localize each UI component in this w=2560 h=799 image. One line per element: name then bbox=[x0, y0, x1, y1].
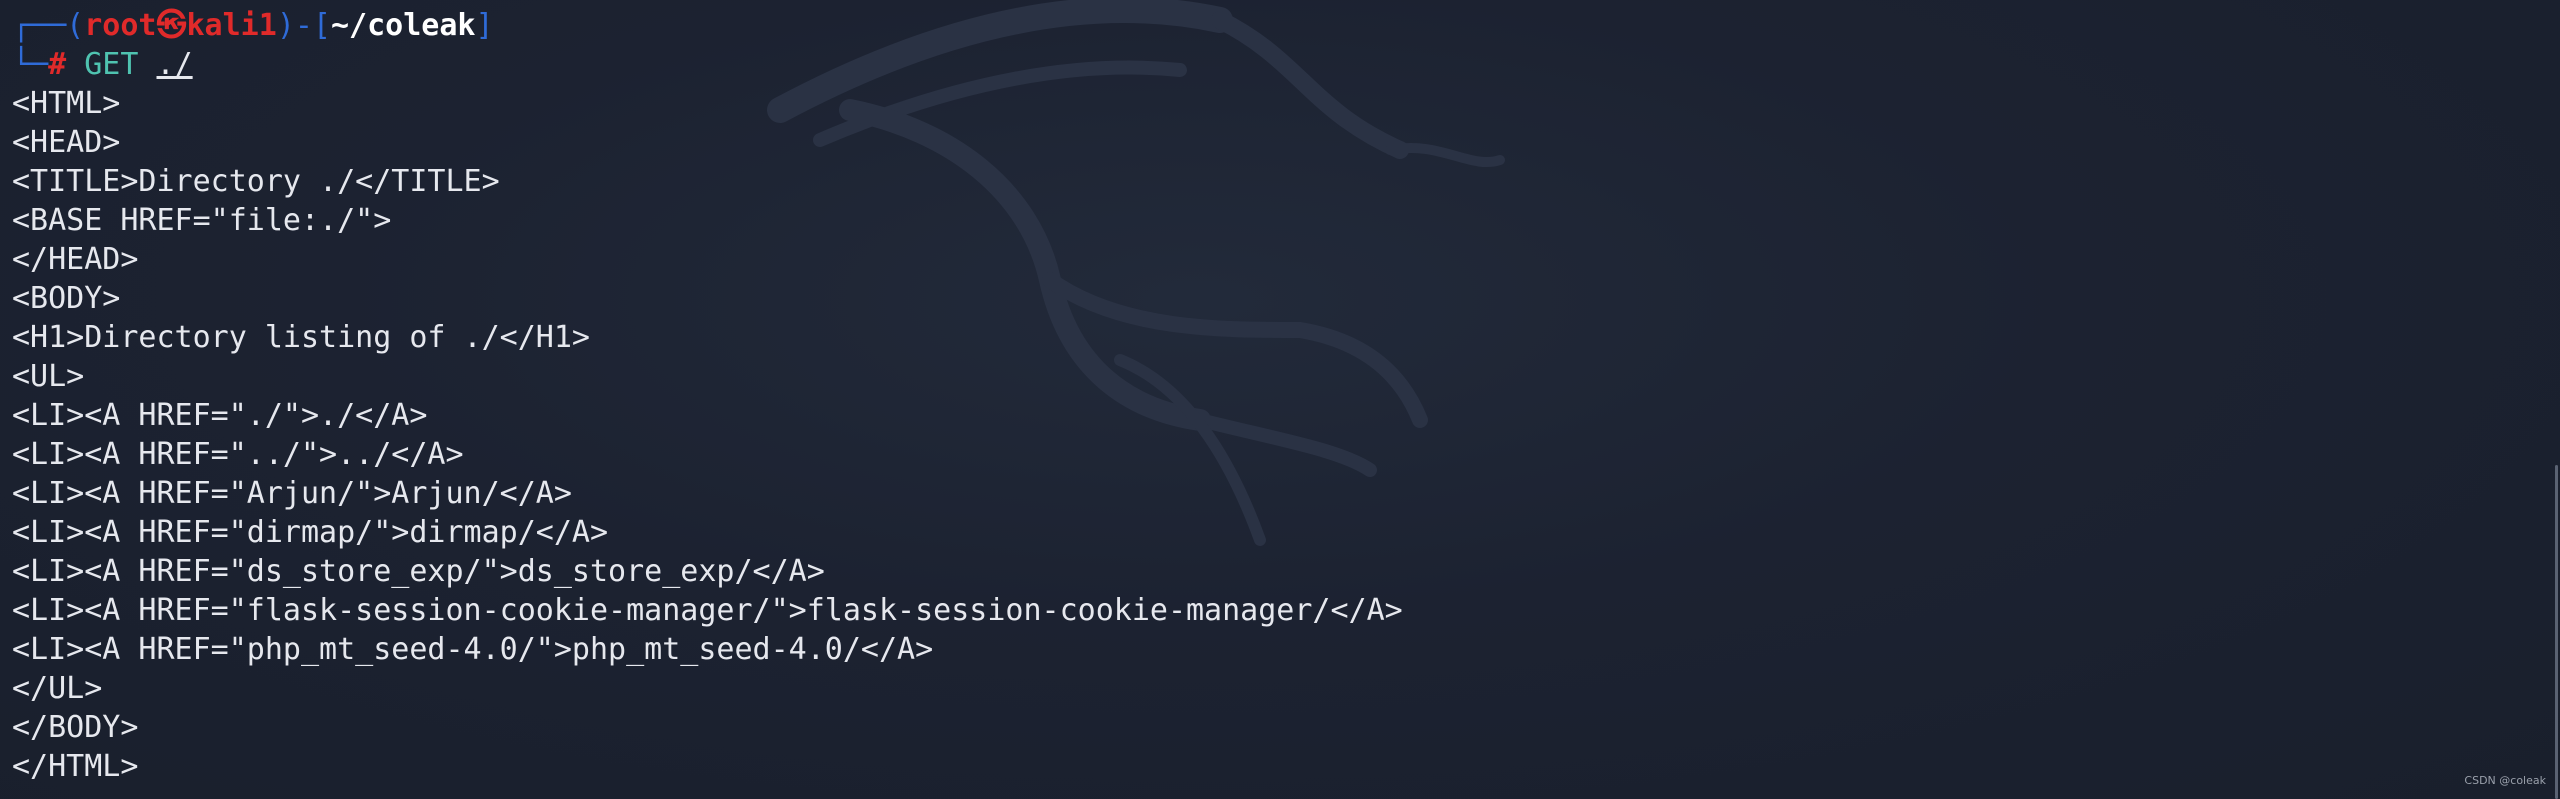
output-line: <HTML> bbox=[12, 86, 121, 121]
output-line: </HEAD> bbox=[12, 242, 139, 277]
prompt-user: root bbox=[84, 8, 157, 43]
prompt-bracket-close: ] bbox=[475, 8, 494, 43]
output-line: <LI><A HREF="Arjun/">Arjun/</A> bbox=[12, 476, 572, 511]
output-line: <LI><A HREF="./">./</A> bbox=[12, 398, 428, 433]
watermark-credit: CSDN @coleak bbox=[2464, 774, 2546, 787]
prompt-corner: ┌──( bbox=[12, 8, 85, 43]
output-line: <BASE HREF="file:./"> bbox=[12, 203, 392, 238]
output-line: <LI><A HREF="dirmap/">dirmap/</A> bbox=[12, 515, 609, 550]
prompt-path: ~/coleak bbox=[331, 8, 476, 43]
output-line: <HEAD> bbox=[12, 125, 121, 160]
prompt-host: kali1 bbox=[186, 8, 277, 43]
output-line: <LI><A HREF="../">../</A> bbox=[12, 437, 464, 472]
output-line: <H1>Directory listing of ./</H1> bbox=[12, 320, 590, 355]
terminal-output: ┌──(root㉿kali1)-[~/coleak] └─# GET ./ <H… bbox=[12, 6, 2540, 786]
skull-icon: ㉿ bbox=[156, 8, 187, 43]
prompt-line-1: ┌──(root㉿kali1)-[~/coleak] bbox=[12, 6, 2540, 45]
output-line: <TITLE>Directory ./</TITLE> bbox=[12, 164, 500, 199]
scrollbar[interactable] bbox=[2552, 0, 2560, 799]
terminal-window[interactable]: ┌──(root㉿kali1)-[~/coleak] └─# GET ./ <H… bbox=[0, 0, 2560, 799]
output-line: <LI><A HREF="php_mt_seed-4.0/">php_mt_se… bbox=[12, 632, 934, 667]
output-line: </BODY> bbox=[12, 710, 139, 745]
prompt-hash: # bbox=[48, 47, 85, 82]
output-line: </HTML> bbox=[12, 749, 139, 784]
output-line: <LI><A HREF="flask-session-cookie-manage… bbox=[12, 593, 1403, 628]
scrollbar-thumb[interactable] bbox=[2555, 465, 2558, 799]
output-line: </UL> bbox=[12, 671, 103, 706]
prompt-separator: )-[ bbox=[276, 8, 331, 43]
output-line: <BODY> bbox=[12, 281, 121, 316]
prompt-line-2[interactable]: └─# GET ./ bbox=[12, 45, 2540, 84]
output-line: <LI><A HREF="ds_store_exp/">ds_store_exp… bbox=[12, 554, 825, 589]
command-name: GET bbox=[84, 47, 139, 82]
output-line: <UL> bbox=[12, 359, 85, 394]
prompt-corner-bottom: └─ bbox=[12, 47, 49, 82]
command-argument[interactable]: ./ bbox=[157, 47, 193, 82]
